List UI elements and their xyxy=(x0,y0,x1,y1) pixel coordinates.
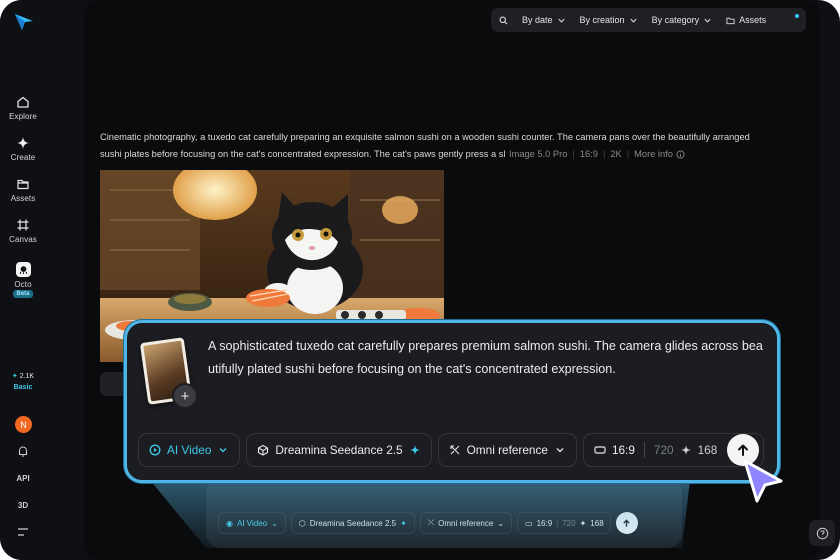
canvas-icon xyxy=(17,219,29,231)
beta-badge: Beta xyxy=(13,290,33,298)
mode-dropdown[interactable]: AI Video xyxy=(138,433,241,467)
reference-label: Omni reference xyxy=(438,518,494,528)
sparkle-icon: ✦ xyxy=(400,518,407,528)
by-creation-label: By creation xyxy=(579,15,625,25)
sparkle-icon xyxy=(17,137,29,149)
chevron-down-icon xyxy=(219,448,227,453)
plan-label: Basic xyxy=(13,384,33,391)
pointer-cursor-icon xyxy=(743,459,783,503)
star-icon: ✦ xyxy=(11,373,18,380)
sidebar-item-canvas[interactable]: Canvas xyxy=(0,218,46,244)
mode-label: AI Video xyxy=(167,443,212,457)
cube-icon xyxy=(258,444,269,456)
by-creation-dropdown[interactable]: By creation xyxy=(580,15,638,25)
more-info-link[interactable]: More info xyxy=(634,146,673,163)
prompt-input[interactable]: A sophisticated tuxedo cat carefully pre… xyxy=(208,335,768,380)
resolution-label: 720 xyxy=(562,518,576,528)
search-icon xyxy=(499,16,508,24)
notification-dot xyxy=(795,14,799,18)
ratio-label: 16:9 xyxy=(611,443,635,457)
reference-dropdown[interactable]: Omni reference xyxy=(437,433,577,467)
chevron-down-icon xyxy=(704,18,711,23)
arrow-up-icon xyxy=(623,518,630,527)
by-category-dropdown[interactable]: By category xyxy=(652,15,713,25)
octo-icon xyxy=(15,262,31,277)
credits-cost: 168 xyxy=(697,443,718,457)
sidebar-item-assets[interactable]: Assets xyxy=(0,177,46,203)
reference-label: Omni reference xyxy=(466,443,548,457)
credits-counter[interactable]: ✦ 2.1K Basic xyxy=(8,372,38,391)
sidebar-item-label: Canvas xyxy=(9,235,37,244)
sidebar-item-label: Explore xyxy=(9,112,37,121)
sidebar-item-create[interactable]: Create xyxy=(0,136,46,162)
by-category-label: By category xyxy=(651,15,700,25)
ratio-label: 16:9 xyxy=(536,518,553,528)
model-label: Dreamina Seedance 2.5 xyxy=(275,443,403,457)
by-date-dropdown[interactable]: By date xyxy=(522,15,566,25)
prompt-bar: ◉ AI Video ⌄ ⬡ Dreamina Seedance 2.5 ✦ ⤬… xyxy=(206,478,682,548)
question-icon xyxy=(816,527,828,539)
plus-icon: + xyxy=(180,387,190,405)
generation-description: Cinematic photography, a tuxedo cat care… xyxy=(100,129,794,163)
by-date-label: By date xyxy=(522,15,553,25)
chevron-down-icon xyxy=(557,18,565,23)
sidebar-item-octo[interactable]: Octo Beta xyxy=(0,262,46,298)
chevron-down-icon: ⌄ xyxy=(271,518,278,528)
info-icon xyxy=(676,150,685,159)
reference-dropdown-small[interactable]: ⤬ Omni reference ⌄ xyxy=(419,512,513,534)
sidebar-item-label: Assets xyxy=(10,194,36,203)
folder-icon xyxy=(17,179,29,190)
model-dropdown-small[interactable]: ⬡ Dreamina Seedance 2.5 ✦ xyxy=(290,512,415,534)
model-dropdown[interactable]: Dreamina Seedance 2.5 xyxy=(246,433,432,467)
resolution: 2K xyxy=(610,149,622,159)
bell-icon[interactable] xyxy=(17,445,29,458)
search-button[interactable] xyxy=(499,16,508,25)
assets-label: Assets xyxy=(739,15,767,25)
description-line-2: sushi plates before focusing on the cat'… xyxy=(100,149,506,159)
sidebar-item-label: Create xyxy=(10,153,36,162)
model-name: Image 5.0 Pro xyxy=(509,149,568,159)
avatar[interactable]: N xyxy=(15,416,32,433)
credits-value: 2.1K xyxy=(19,373,35,380)
description-line-1: Cinematic photography, a tuxedo cat care… xyxy=(100,132,750,142)
chevron-down-icon xyxy=(629,18,637,23)
ratio-icon: ▭ xyxy=(525,518,533,528)
arrow-up-icon xyxy=(738,444,748,456)
folder-icon xyxy=(726,17,735,24)
help-button[interactable] xyxy=(809,520,835,546)
menu-icon[interactable] xyxy=(18,528,28,536)
app-window: Explore Create Assets Canvas Octo Beta ✦… xyxy=(0,0,840,560)
mode-dropdown-small[interactable]: ◉ AI Video ⌄ xyxy=(218,512,286,534)
star-icon: ✦ xyxy=(579,518,587,528)
chevron-down-icon xyxy=(556,448,564,453)
send-button-small[interactable] xyxy=(615,512,638,534)
reference-icon: ⤬ xyxy=(427,518,435,527)
sparkle-icon xyxy=(680,445,691,455)
add-reference-button[interactable]: + xyxy=(172,383,198,409)
sidebar-item-explore[interactable]: Explore xyxy=(0,95,46,121)
video-icon: ◉ xyxy=(226,518,233,528)
credits-cost: 168 xyxy=(590,518,604,528)
mode-label: AI Video xyxy=(236,518,268,528)
aspect-ratio: 16:9 xyxy=(579,149,598,159)
3d-link[interactable]: 3D xyxy=(0,501,46,510)
assets-button[interactable]: Assets xyxy=(726,15,766,25)
sidebar-item-label: Octo xyxy=(14,280,32,289)
model-label: Dreamina Seedance 2.5 xyxy=(309,518,397,528)
reference-icon xyxy=(450,445,460,455)
dreamina-logo-icon[interactable] xyxy=(14,13,34,31)
filter-bar: By date By creation By category Assets xyxy=(491,8,806,32)
prompt-card-zoomed: + A sophisticated tuxedo cat carefully p… xyxy=(124,320,780,483)
aspect-ratio-icon xyxy=(594,446,606,454)
home-icon xyxy=(17,96,29,108)
video-icon xyxy=(149,444,161,456)
chevron-down-icon: ⌄ xyxy=(497,518,505,528)
api-link[interactable]: API xyxy=(0,474,46,483)
sidebar: Explore Create Assets Canvas Octo Beta ✦… xyxy=(0,0,46,560)
settings-pill-small[interactable]: ▭ 16:9 | 720 ✦ 168 xyxy=(517,512,611,534)
sparkle-icon xyxy=(409,445,420,455)
cube-icon: ⬡ xyxy=(298,518,306,528)
resolution-label: 720 xyxy=(653,443,674,457)
